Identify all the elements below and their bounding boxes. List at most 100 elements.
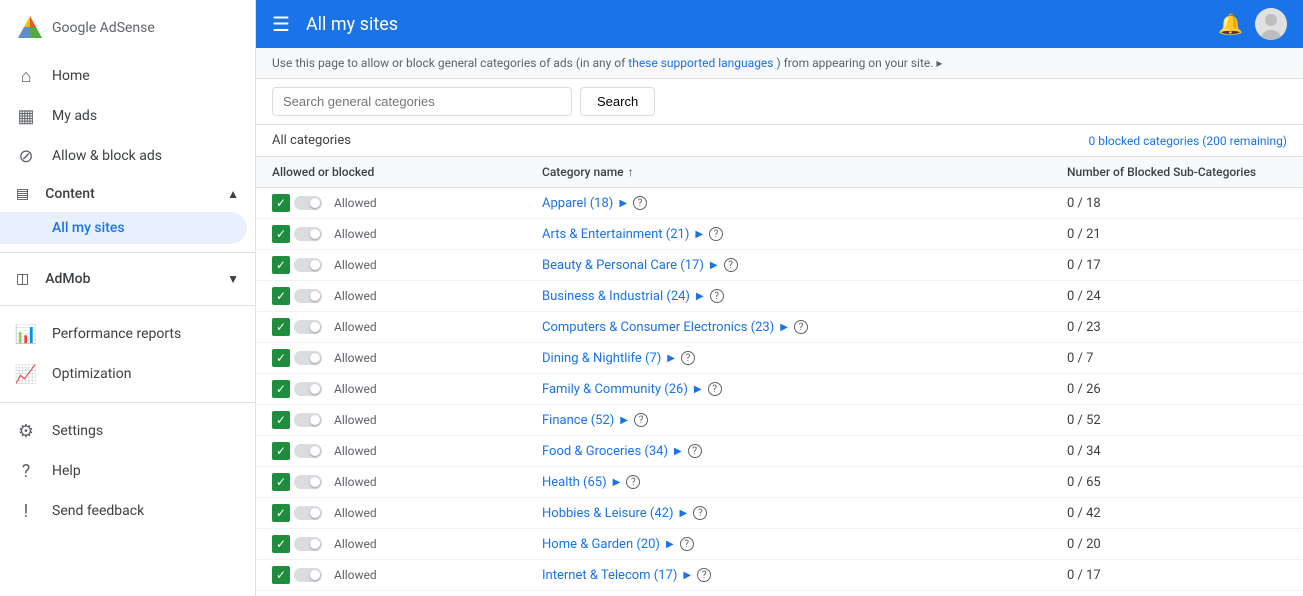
expand-icon-1[interactable]: ▶ xyxy=(695,229,703,240)
category-link-3[interactable]: Business & Industrial (24) xyxy=(542,289,690,304)
user-avatar[interactable] xyxy=(1255,8,1287,40)
category-link-9[interactable]: Health (65) xyxy=(542,475,607,490)
toggle-slider-7[interactable] xyxy=(294,413,322,427)
category-link-6[interactable]: Family & Community (26) xyxy=(542,382,688,397)
checkmark-4[interactable]: ✓ xyxy=(272,318,290,336)
help-icon-3[interactable]: ? xyxy=(710,289,724,303)
help-icon-7[interactable]: ? xyxy=(634,413,648,427)
help-icon-9[interactable]: ? xyxy=(626,475,640,489)
avatar-image xyxy=(1255,8,1287,40)
sidebar-item-settings[interactable]: ⚙ Settings xyxy=(0,411,247,451)
help-icon-4[interactable]: ? xyxy=(794,320,808,334)
toggle-slider-5[interactable] xyxy=(294,351,322,365)
blocked-count-5: 0 / 7 xyxy=(1067,351,1287,366)
checkmark-5[interactable]: ✓ xyxy=(272,349,290,367)
category-link-1[interactable]: Arts & Entertainment (21) xyxy=(542,227,689,242)
help-icon-6[interactable]: ? xyxy=(708,382,722,396)
admob-expand-icon: ▼ xyxy=(227,272,239,286)
category-link-12[interactable]: Internet & Telecom (17) xyxy=(542,568,677,583)
checkmark-9[interactable]: ✓ xyxy=(272,473,290,491)
adsense-logo-icon xyxy=(16,14,44,42)
category-cell-9: Health (65) ▶ ? xyxy=(542,475,1067,490)
toggle-slider-8[interactable] xyxy=(294,444,322,458)
sidebar-admob-section[interactable]: ◫ AdMob ▼ xyxy=(0,261,255,297)
toggle-slider-1[interactable] xyxy=(294,227,322,241)
sidebar-item-help[interactable]: ? Help xyxy=(0,451,247,491)
help-icon-12[interactable]: ? xyxy=(697,568,711,582)
category-link-4[interactable]: Computers & Consumer Electronics (23) xyxy=(542,320,774,335)
toggle-slider-6[interactable] xyxy=(294,382,322,396)
expand-icon-7[interactable]: ▶ xyxy=(620,415,628,426)
sidebar-item-home[interactable]: ⌂ Home xyxy=(0,56,247,96)
sidebar-item-feedback[interactable]: ! Send feedback xyxy=(0,491,247,531)
toggle-wrap-11: ✓ xyxy=(272,535,322,553)
expand-icon-0[interactable]: ▶ xyxy=(619,198,627,209)
expand-icon-8[interactable]: ▶ xyxy=(674,446,682,457)
expand-icon-4[interactable]: ▶ xyxy=(780,322,788,333)
checkmark-0[interactable]: ✓ xyxy=(272,194,290,212)
toggle-cell-1: ✓ Allowed xyxy=(272,225,542,243)
allowed-text-5: Allowed xyxy=(334,351,377,365)
checkmark-8[interactable]: ✓ xyxy=(272,442,290,460)
expand-icon-10[interactable]: ▶ xyxy=(680,508,688,519)
sidebar-item-performance[interactable]: 📊 Performance reports xyxy=(0,314,247,354)
info-text: Use this page to allow or block general … xyxy=(272,56,628,70)
expand-icon-12[interactable]: ▶ xyxy=(683,570,691,581)
toggle-slider-2[interactable] xyxy=(294,258,322,272)
checkmark-6[interactable]: ✓ xyxy=(272,380,290,398)
menu-icon[interactable]: ☰ xyxy=(272,12,290,36)
checkmark-7[interactable]: ✓ xyxy=(272,411,290,429)
help-icon-5[interactable]: ? xyxy=(681,351,695,365)
expand-icon-2[interactable]: ▶ xyxy=(710,260,718,271)
home-icon: ⌂ xyxy=(16,66,36,86)
checkmark-12[interactable]: ✓ xyxy=(272,566,290,584)
sidebar-item-allow-block[interactable]: ⊘ Allow & block ads xyxy=(0,136,247,176)
help-icon-0[interactable]: ? xyxy=(633,196,647,210)
allowed-text-12: Allowed xyxy=(334,568,377,582)
expand-icon-5[interactable]: ▶ xyxy=(667,353,675,364)
search-input[interactable] xyxy=(272,87,572,116)
sidebar-content-section[interactable]: ▤ Content ▲ xyxy=(0,176,255,212)
checkmark-11[interactable]: ✓ xyxy=(272,535,290,553)
toggle-slider-3[interactable] xyxy=(294,289,322,303)
toggle-slider-11[interactable] xyxy=(294,537,322,551)
checkmark-2[interactable]: ✓ xyxy=(272,256,290,274)
category-link-7[interactable]: Finance (52) xyxy=(542,413,614,428)
category-cell-1: Arts & Entertainment (21) ▶ ? xyxy=(542,227,1067,242)
toggle-slider-12[interactable] xyxy=(294,568,322,582)
expand-icon-11[interactable]: ▶ xyxy=(666,539,674,550)
help-icon-1[interactable]: ? xyxy=(709,227,723,241)
search-button[interactable]: Search xyxy=(580,87,655,116)
category-link-0[interactable]: Apparel (18) xyxy=(542,196,613,211)
expand-icon-3[interactable]: ▶ xyxy=(696,291,704,302)
expand-icon-9[interactable]: ▶ xyxy=(613,477,621,488)
sidebar-item-optimization[interactable]: 📈 Optimization xyxy=(0,354,247,394)
help-icon-2[interactable]: ? xyxy=(724,258,738,272)
toggle-slider-4[interactable] xyxy=(294,320,322,334)
category-link-5[interactable]: Dining & Nightlife (7) xyxy=(542,351,661,366)
category-link-10[interactable]: Hobbies & Leisure (42) xyxy=(542,506,674,521)
supported-languages-link[interactable]: these supported languages xyxy=(628,56,773,70)
category-link-2[interactable]: Beauty & Personal Care (17) xyxy=(542,258,704,273)
help-icon-8[interactable]: ? xyxy=(688,444,702,458)
checkmark-10[interactable]: ✓ xyxy=(272,504,290,522)
checkmark-1[interactable]: ✓ xyxy=(272,225,290,243)
header-category-name[interactable]: Category name ↑ xyxy=(542,165,1067,179)
toggle-slider-10[interactable] xyxy=(294,506,322,520)
content-area: Use this page to allow or block general … xyxy=(256,48,1303,596)
toggle-slider-9[interactable] xyxy=(294,475,322,489)
notification-icon[interactable]: 🔔 xyxy=(1218,12,1243,36)
sidebar-item-my-ads[interactable]: ▦ My ads xyxy=(0,96,247,136)
sidebar-item-all-my-sites[interactable]: All my sites xyxy=(0,212,247,244)
expand-icon-6[interactable]: ▶ xyxy=(694,384,702,395)
help-icon-11[interactable]: ? xyxy=(680,537,694,551)
toggle-wrap-2: ✓ xyxy=(272,256,322,274)
toggle-slider-0[interactable] xyxy=(294,196,322,210)
category-link-11[interactable]: Home & Garden (20) xyxy=(542,537,660,552)
sidebar: Google AdSense ⌂ Home ▦ My ads ⊘ Allow &… xyxy=(0,0,256,596)
checkmark-3[interactable]: ✓ xyxy=(272,287,290,305)
category-link-8[interactable]: Food & Groceries (34) xyxy=(542,444,668,459)
table-row: ✓ Allowed Food & Groceries (34) ▶ ? 0 / … xyxy=(256,436,1303,467)
blocked-count-10: 0 / 42 xyxy=(1067,506,1287,521)
help-icon-10[interactable]: ? xyxy=(693,506,707,520)
